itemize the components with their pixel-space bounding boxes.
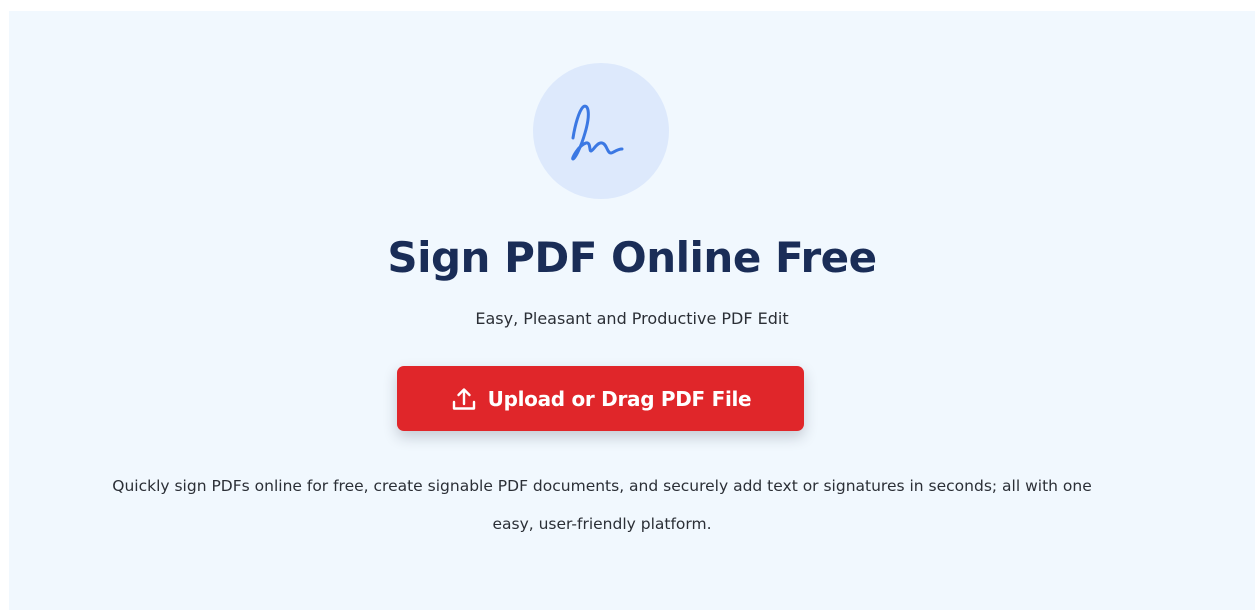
upload-pdf-button[interactable]: Upload or Drag PDF File: [397, 366, 804, 431]
hero-section: Sign PDF Online Free Easy, Pleasant and …: [9, 11, 1255, 610]
signature-icon-badge: [533, 63, 669, 199]
page-title: Sign PDF Online Free: [387, 233, 877, 282]
upload-icon: [452, 387, 475, 410]
upload-button-label: Upload or Drag PDF File: [487, 386, 752, 411]
signature-icon: [571, 104, 624, 161]
page-subtitle: Easy, Pleasant and Productive PDF Edit: [475, 309, 789, 328]
page-description: Quickly sign PDFs online for free, creat…: [112, 477, 1092, 533]
